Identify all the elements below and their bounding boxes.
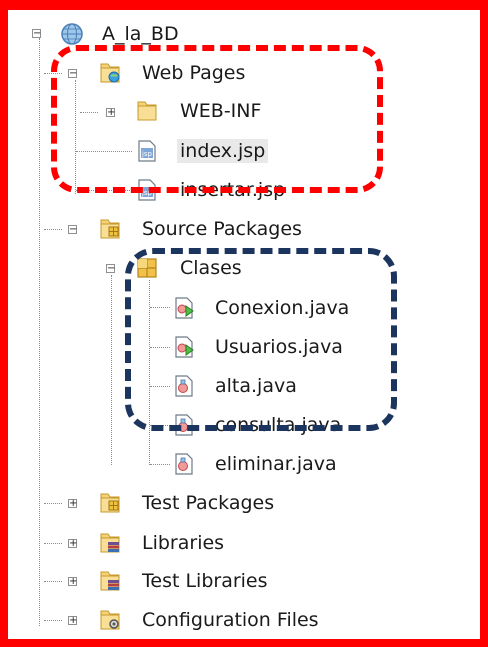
consulta-java-label: consulta.java (215, 414, 342, 436)
test-libraries-label: Test Libraries (142, 570, 268, 592)
config-folder-icon (98, 608, 122, 632)
folder-icon (135, 99, 159, 123)
tree-line (111, 275, 112, 465)
test-folder-icon (98, 491, 122, 515)
tree-line (44, 620, 62, 621)
collapse-toggle[interactable]: − (32, 29, 41, 39)
expand-toggle[interactable]: + (68, 499, 77, 509)
tree-line (150, 425, 170, 426)
web-pages-label: Web Pages (142, 62, 246, 84)
project-name: A_la_BD (102, 23, 179, 45)
svg-text:jsp: jsp (141, 189, 153, 197)
collapse-toggle[interactable]: − (106, 264, 115, 274)
tree-line (44, 543, 62, 544)
tree-line (150, 386, 170, 387)
java-main-class-icon (172, 335, 196, 359)
tree-line (80, 112, 98, 113)
expand-toggle[interactable]: + (68, 616, 77, 626)
tree-line (44, 503, 62, 504)
java-class-icon (172, 452, 196, 476)
expand-toggle[interactable]: + (68, 539, 77, 549)
eliminar-java-label: eliminar.java (215, 453, 337, 475)
tree-line (44, 73, 62, 74)
source-folder-icon (98, 217, 122, 241)
tree-line (76, 151, 132, 152)
tree-line (39, 38, 40, 626)
conexion-java-label: Conexion.java (215, 297, 350, 319)
tree-line (76, 190, 132, 191)
web-folder-icon (98, 61, 122, 85)
java-main-class-icon (172, 296, 196, 320)
globe-project-icon (60, 22, 84, 46)
project-tree-panel: − A_la_BD − Web Pages + WEB-INF jsp inde… (8, 10, 480, 639)
package-icon (135, 256, 159, 280)
java-class-icon (172, 413, 196, 437)
expand-toggle[interactable]: + (68, 577, 77, 587)
tree-line (44, 229, 62, 230)
insertar-jsp-label: insertar.jsp (180, 179, 286, 201)
source-packages-label: Source Packages (142, 218, 302, 240)
alta-java-label: alta.java (215, 375, 297, 397)
collapse-toggle[interactable]: − (68, 69, 77, 79)
java-class-icon (172, 374, 196, 398)
test-packages-label: Test Packages (142, 492, 275, 514)
jsp-file-icon: jsp (135, 139, 159, 163)
configuration-files-label: Configuration Files (142, 609, 319, 631)
usuarios-java-label: Usuarios.java (215, 336, 343, 358)
expand-toggle[interactable]: + (106, 108, 115, 118)
tree-line (150, 464, 170, 465)
web-inf-label: WEB-INF (180, 100, 262, 122)
index-jsp-label: index.jsp (177, 139, 269, 163)
tree-line (150, 307, 170, 308)
libraries-label: Libraries (142, 532, 225, 554)
libraries-icon (98, 569, 122, 593)
jsp-file-icon: jsp (135, 178, 159, 202)
tree-line (75, 80, 76, 194)
tree-line (44, 581, 62, 582)
tree-line (150, 347, 170, 348)
collapse-toggle[interactable]: − (68, 225, 77, 235)
svg-text:jsp: jsp (141, 150, 153, 158)
clases-label: Clases (180, 257, 242, 279)
libraries-icon (98, 531, 122, 555)
